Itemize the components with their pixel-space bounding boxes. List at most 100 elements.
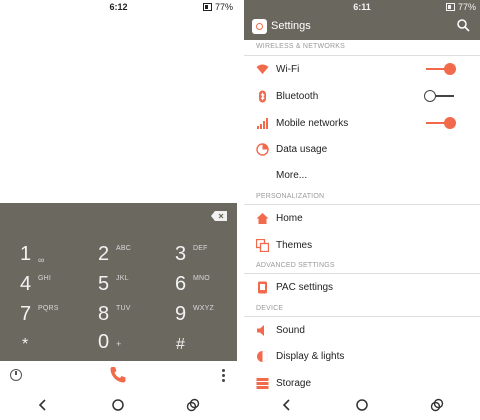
key-digit: 5 — [98, 273, 110, 295]
dialpad: 1 ∞ 2 ABC 3 DEF 4 GHI 5 JKL 6 MNO 7 PQRS 8 TUV 9… — [0, 203, 237, 361]
key-letters: + — [116, 339, 122, 349]
key-digit: 8 — [98, 303, 110, 325]
dialpad-key-4[interactable]: 4 GHI — [20, 273, 80, 303]
setting-label: Wi-Fi — [276, 64, 300, 75]
status-indicators: 77% — [202, 2, 233, 12]
status-bar: 6:11 77% — [244, 0, 480, 14]
search-icon[interactable] — [457, 19, 470, 32]
home-icon[interactable] — [111, 398, 125, 412]
status-time: 6:11 — [353, 2, 371, 12]
pac-icon — [258, 281, 267, 294]
setting-bluetooth[interactable]: Bluetooth — [244, 83, 480, 109]
more-vert-icon[interactable] — [222, 369, 225, 383]
themes-icon — [256, 239, 269, 252]
setting-label: More... — [276, 170, 308, 181]
key-letters: ABC — [116, 245, 131, 252]
navigation-bar — [0, 390, 237, 420]
dialpad-key-3[interactable]: 3 DEF — [175, 243, 235, 273]
status-bar: 6:12 77% — [0, 0, 237, 14]
battery-percent: 77% — [457, 2, 476, 12]
dialpad-key-hash[interactable]: # — [176, 333, 236, 363]
setting-label: Data usage — [276, 144, 328, 155]
setting-pac[interactable]: PAC settings — [244, 274, 480, 300]
call-button[interactable] — [108, 365, 128, 385]
setting-label: Display & lights — [276, 351, 345, 362]
status-indicators: 77% — [445, 2, 476, 12]
setting-data-usage[interactable]: Data usage — [244, 136, 480, 162]
setting-label: Mobile networks — [276, 118, 349, 129]
key-letters: PQRS — [38, 305, 59, 312]
signal-icon — [445, 3, 455, 11]
key-digit: 4 — [20, 273, 32, 295]
key-digit: 6 — [175, 273, 187, 295]
dialpad-key-0[interactable]: 0 + — [98, 331, 158, 361]
app-bar: Settings — [244, 14, 480, 40]
section-header-wireless: WIRELESS & NETWORKS — [256, 43, 345, 50]
dialpad-key-5[interactable]: 5 JKL — [98, 273, 158, 303]
navigation-bar — [244, 390, 480, 420]
setting-label: PAC settings — [276, 282, 334, 293]
recents-icon[interactable] — [430, 398, 444, 412]
key-letters: ∞ — [38, 255, 45, 265]
key-letters: JKL — [116, 275, 129, 282]
status-time: 6:12 — [109, 2, 128, 12]
setting-more[interactable]: More... — [244, 162, 480, 188]
signal-icon — [257, 118, 268, 129]
setting-themes[interactable]: Themes — [244, 232, 480, 258]
screen: 6:12 77% 1 ∞ 2 ABC 3 DEF 4 GHI 5 JKL 6 MNO 7 PQ… — [0, 0, 480, 420]
setting-label: Themes — [276, 240, 313, 251]
display-icon — [257, 351, 268, 362]
dialpad-key-6[interactable]: 6 MNO — [175, 273, 235, 303]
settings-app-icon — [252, 19, 267, 34]
setting-label: Sound — [276, 325, 305, 336]
key-digit: * — [22, 336, 29, 353]
data-usage-icon — [256, 143, 269, 156]
signal-icon — [202, 3, 212, 11]
dialer-screen: 6:12 77% 1 ∞ 2 ABC 3 DEF 4 GHI 5 JKL 6 MNO 7 PQ… — [0, 0, 237, 420]
setting-label: Home — [276, 213, 303, 224]
setting-label: Bluetooth — [276, 91, 319, 102]
setting-home[interactable]: Home — [244, 205, 480, 231]
backspace-icon[interactable] — [211, 211, 227, 221]
setting-wifi[interactable]: Wi-Fi — [244, 56, 480, 82]
sound-icon — [257, 325, 264, 336]
dialpad-key-1[interactable]: 1 ∞ — [20, 243, 80, 273]
storage-icon — [256, 378, 269, 389]
page-title: Settings — [271, 20, 311, 32]
dialpad-key-7[interactable]: 7 PQRS — [20, 303, 80, 333]
battery-percent: 77% — [214, 2, 233, 12]
setting-label: Storage — [276, 378, 312, 389]
key-digit: 7 — [20, 303, 32, 325]
setting-sound[interactable]: Sound — [244, 317, 480, 343]
key-digit: 3 — [175, 243, 187, 265]
setting-display[interactable]: Display & lights — [244, 343, 480, 369]
setting-mobile-networks[interactable]: Mobile networks — [244, 110, 480, 136]
key-digit: 0 — [98, 331, 110, 353]
history-icon[interactable] — [10, 369, 22, 381]
settings-screen: 6:11 77% Settings WIRELESS & NETWORKS Wi… — [244, 0, 480, 420]
dialpad-key-2[interactable]: 2 ABC — [98, 243, 158, 273]
dialer-action-bar — [0, 361, 237, 391]
key-digit: 9 — [175, 303, 187, 325]
bluetooth-icon — [259, 90, 266, 103]
key-digit: # — [176, 336, 185, 353]
home-icon[interactable] — [355, 398, 369, 412]
dialpad-key-star[interactable]: * — [22, 333, 82, 363]
divider — [237, 0, 244, 420]
recents-icon[interactable] — [186, 398, 200, 412]
bluetooth-toggle[interactable] — [424, 90, 454, 102]
wifi-icon — [256, 64, 269, 74]
key-letters: WXYZ — [193, 305, 215, 312]
key-digit: 1 — [20, 243, 32, 265]
back-icon[interactable] — [36, 398, 50, 412]
dialpad-key-9[interactable]: 9 WXYZ — [175, 303, 235, 333]
back-icon[interactable] — [280, 398, 294, 412]
key-letters: TUV — [116, 305, 131, 312]
key-letters: MNO — [193, 275, 210, 282]
dialpad-key-8[interactable]: 8 TUV — [98, 303, 158, 333]
key-letters: GHI — [38, 275, 52, 282]
key-digit: 2 — [98, 243, 110, 265]
key-letters: DEF — [193, 245, 208, 252]
wifi-toggle[interactable] — [426, 63, 456, 75]
mobile-networks-toggle[interactable] — [426, 117, 456, 129]
